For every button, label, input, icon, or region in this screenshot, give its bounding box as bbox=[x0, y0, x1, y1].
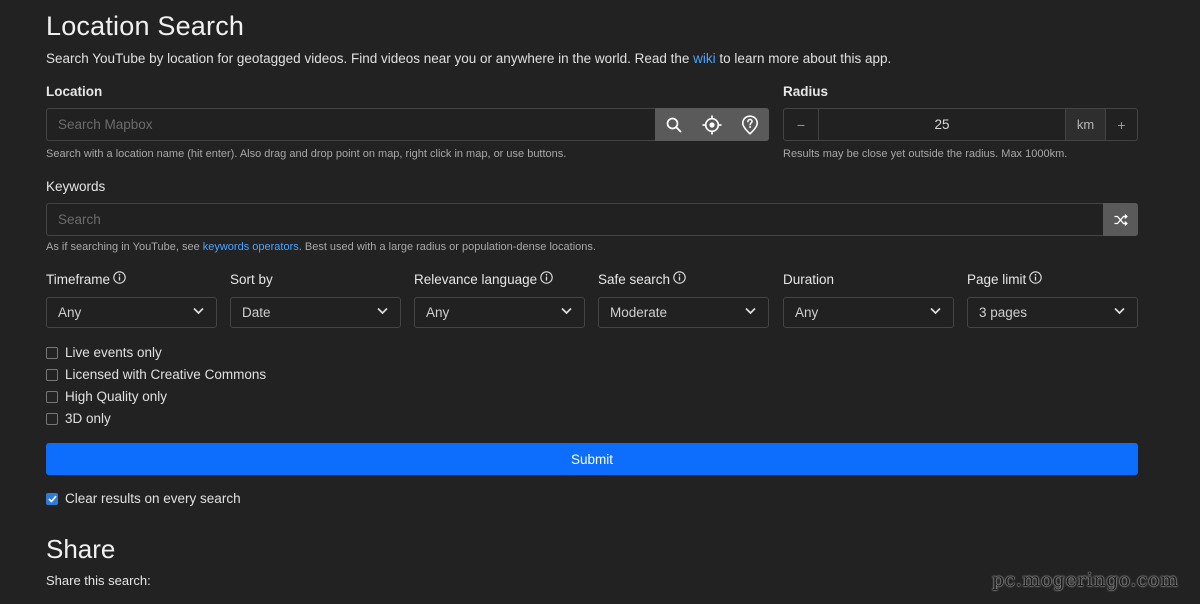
location-button-group bbox=[655, 108, 769, 141]
radius-increment-button[interactable]: + bbox=[1105, 109, 1137, 140]
page-title: Location Search bbox=[46, 11, 245, 41]
sort-by-label: Sort by bbox=[230, 272, 273, 287]
relevance-language-select[interactable]: Any bbox=[414, 297, 585, 328]
radius-unit: km bbox=[1065, 109, 1105, 140]
page-limit-label: Page limit bbox=[967, 271, 1043, 287]
share-subtitle: Share this search: bbox=[46, 573, 151, 588]
timeframe-label: Timeframe bbox=[46, 271, 126, 287]
duration-select[interactable]: Any bbox=[783, 297, 954, 328]
crosshair-icon[interactable] bbox=[693, 108, 731, 141]
info-icon[interactable] bbox=[673, 271, 686, 287]
keywords-input[interactable]: Search bbox=[46, 203, 1138, 236]
location-placeholder: Search Mapbox bbox=[58, 117, 153, 132]
info-icon[interactable] bbox=[540, 271, 553, 287]
keywords-help: As if searching in YouTube, see keywords… bbox=[46, 241, 596, 253]
check-icon[interactable] bbox=[46, 492, 58, 505]
radius-decrement-button[interactable]: − bbox=[784, 109, 819, 140]
location-help: Search with a location name (hit enter).… bbox=[46, 148, 567, 160]
relevance-language-label: Relevance language bbox=[414, 271, 553, 287]
checkbox-box[interactable] bbox=[46, 412, 58, 425]
radius-label: Radius bbox=[783, 84, 829, 99]
live-events-checkbox[interactable]: Live events only bbox=[46, 345, 162, 360]
chevron-down-icon bbox=[930, 307, 941, 315]
keywords-button-group bbox=[1103, 203, 1138, 236]
info-icon[interactable] bbox=[1029, 271, 1043, 287]
info-icon[interactable] bbox=[113, 271, 126, 287]
share-title: Share bbox=[46, 534, 116, 564]
sort-by-select[interactable]: Date bbox=[230, 297, 401, 328]
location-label: Location bbox=[46, 84, 103, 99]
radius-stepper: − 25 km + bbox=[783, 108, 1138, 141]
submit-button[interactable]: Submit bbox=[46, 443, 1138, 475]
location-input[interactable]: Search Mapbox bbox=[46, 108, 769, 141]
intro-text: Search YouTube by location for geotagged… bbox=[46, 51, 892, 66]
checkbox-box[interactable] bbox=[46, 368, 58, 381]
duration-label: Duration bbox=[783, 272, 835, 287]
page-limit-select[interactable]: 3 pages bbox=[967, 297, 1138, 328]
wiki-link[interactable]: wiki bbox=[693, 51, 716, 66]
chevron-down-icon bbox=[193, 307, 204, 315]
watermark: pc.mogeringo.com bbox=[992, 569, 1179, 591]
high-quality-checkbox[interactable]: High Quality only bbox=[46, 389, 167, 404]
clear-results-checkbox[interactable]: Clear results on every search bbox=[46, 491, 241, 506]
safe-search-label: Safe search bbox=[598, 271, 686, 287]
3d-only-checkbox[interactable]: 3D only bbox=[46, 411, 111, 426]
chevron-down-icon bbox=[377, 307, 388, 315]
chevron-down-icon bbox=[745, 307, 756, 315]
keywords-operators-link[interactable]: keywords operators bbox=[203, 241, 299, 253]
safe-search-select[interactable]: Moderate bbox=[598, 297, 769, 328]
radius-help: Results may be close yet outside the rad… bbox=[783, 148, 1068, 160]
keywords-label: Keywords bbox=[46, 179, 106, 194]
timeframe-select[interactable]: Any bbox=[46, 297, 217, 328]
radius-value-input[interactable]: 25 bbox=[819, 109, 1065, 140]
creative-commons-checkbox[interactable]: Licensed with Creative Commons bbox=[46, 367, 266, 382]
checkbox-box[interactable] bbox=[46, 346, 58, 359]
map-pin-question-icon[interactable] bbox=[731, 108, 769, 141]
keywords-placeholder: Search bbox=[58, 212, 101, 227]
shuffle-icon[interactable] bbox=[1103, 203, 1138, 236]
checkbox-box[interactable] bbox=[46, 390, 58, 403]
chevron-down-icon bbox=[561, 307, 572, 315]
chevron-down-icon bbox=[1114, 307, 1125, 315]
search-icon[interactable] bbox=[655, 108, 693, 141]
